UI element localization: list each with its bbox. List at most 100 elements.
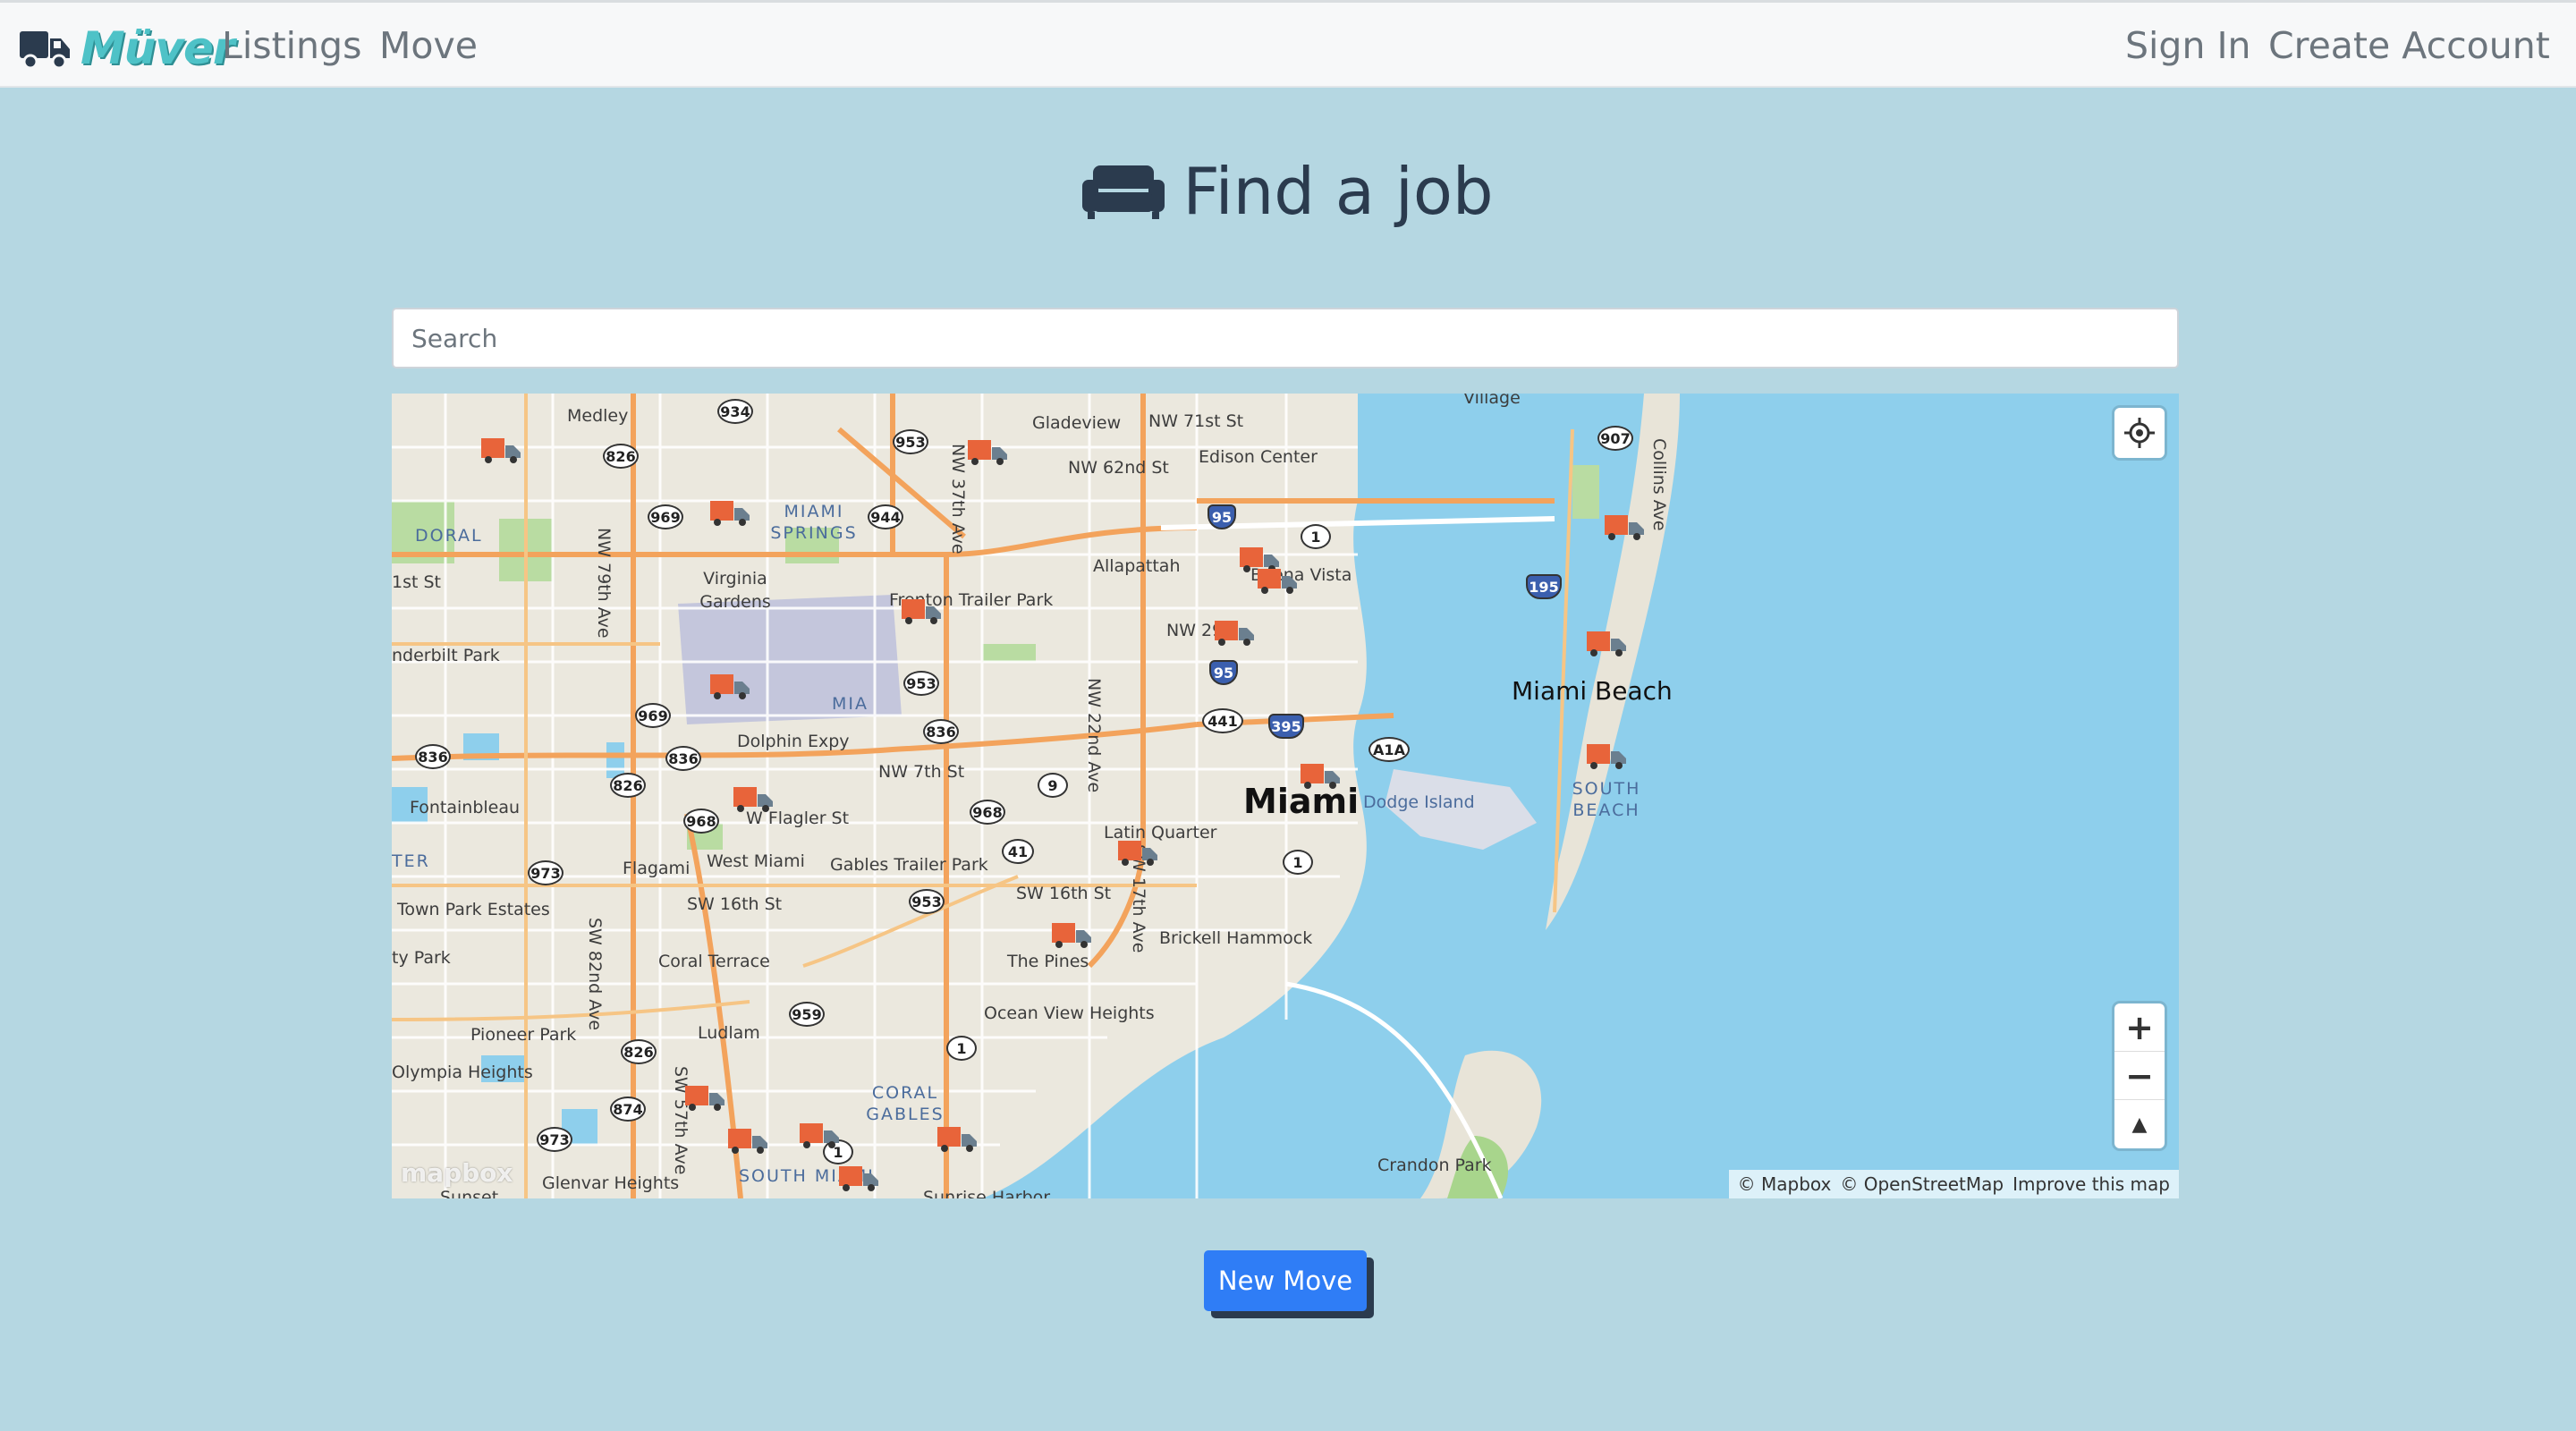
map-label: NW 71st St (1148, 411, 1244, 431)
map-label: Town Park Estates (397, 900, 550, 919)
map-label: NW 22nd Ave (1084, 678, 1104, 793)
map-label: Pioneer Park (470, 1025, 577, 1045)
highway-shield: 1 (946, 1036, 977, 1061)
truck-marker-icon[interactable] (685, 1086, 724, 1111)
highway-shield: 195 (1526, 574, 1562, 599)
map-label: Village (1463, 394, 1521, 408)
truck-marker-icon[interactable] (1215, 621, 1254, 646)
map-label: ty Park (392, 948, 451, 968)
new-move-button[interactable]: New Move (1204, 1250, 1367, 1311)
truck-marker-icon[interactable] (968, 440, 1007, 465)
highway-shield: 836 (415, 744, 451, 769)
highway-shield: 826 (621, 1039, 657, 1064)
highway-shield: 953 (893, 429, 928, 454)
highway-shield: 874 (610, 1097, 646, 1122)
truck-icon (20, 31, 70, 70)
map-label: Collins Ave (1649, 438, 1669, 531)
map-label: The Pines (1007, 952, 1089, 971)
nav-create-account[interactable]: Create Account (2268, 24, 2550, 67)
map-label: Edison Center (1199, 447, 1318, 467)
navbar: Müver Listings Move Sign In Create Accou… (0, 0, 2576, 88)
highway-shield: 1 (1301, 524, 1331, 549)
truck-marker-icon[interactable] (1587, 744, 1626, 769)
highway-shield: 9 (1038, 773, 1068, 798)
map-label: Fontainbleau (410, 798, 521, 817)
map-label: Gables Trailer Park (830, 855, 988, 875)
highway-shield: 969 (648, 504, 683, 529)
highway-shield: 953 (909, 889, 945, 914)
brand[interactable]: Müver (20, 22, 235, 74)
truck-marker-icon[interactable] (1587, 631, 1626, 656)
truck-marker-icon[interactable] (839, 1166, 878, 1191)
truck-marker-icon[interactable] (1118, 841, 1157, 866)
highway-shield: 934 (717, 399, 753, 424)
map-label: Gladeview (1032, 413, 1122, 433)
nav-listings[interactable]: Listings (222, 24, 361, 67)
truck-marker-icon[interactable] (1052, 923, 1091, 948)
highway-shield: 944 (868, 504, 903, 529)
map-label: Ludlam (698, 1023, 760, 1043)
zoom-controls: + − ▲ (2114, 1003, 2165, 1148)
truck-marker-icon[interactable] (1258, 569, 1297, 594)
truck-marker-icon[interactable] (710, 674, 750, 699)
highway-shield: 836 (923, 719, 959, 744)
map-label: NW 37th Ave (948, 444, 968, 555)
map-label: CORAL GABLES (866, 1083, 945, 1124)
map-label: Dolphin Expy (737, 732, 850, 751)
compass-button[interactable]: ▲ (2114, 1100, 2165, 1148)
map-label: Miami Beach (1512, 676, 1673, 706)
map-label: TER (392, 851, 430, 871)
map-label: DORAL (415, 526, 483, 546)
highway-shield: 907 (1597, 426, 1633, 451)
map-label: Virginia Gardens (699, 569, 771, 612)
map-label: Sunrise Harbor (923, 1188, 1051, 1198)
search-input[interactable] (392, 308, 2179, 368)
map-label: MIAMI SPRINGS (770, 502, 858, 543)
map-label: Latin Quarter (1104, 823, 1217, 843)
crosshair-icon (2124, 418, 2155, 448)
zoom-in-button[interactable]: + (2114, 1003, 2165, 1052)
truck-marker-icon[interactable] (902, 599, 941, 624)
highway-shield: 968 (970, 800, 1005, 825)
map-label: Ocean View Heights (984, 1003, 1155, 1023)
truck-marker-icon[interactable] (733, 787, 773, 812)
nav-move[interactable]: Move (379, 24, 478, 67)
map-label: Olympia Heights (392, 1063, 533, 1082)
truck-marker-icon[interactable] (1605, 515, 1644, 540)
highway-shield: 968 (683, 809, 719, 834)
highway-shield: A1A (1368, 737, 1410, 762)
map-label: Medley (567, 406, 629, 426)
map-label: NW 7th St (878, 762, 965, 782)
mapbox-logo[interactable]: mapbox (401, 1158, 513, 1188)
truck-marker-icon[interactable] (1301, 764, 1340, 789)
nav-sign-in[interactable]: Sign In (2125, 24, 2251, 67)
truck-marker-icon[interactable] (728, 1129, 767, 1154)
map-label: MIA (832, 694, 869, 714)
truck-marker-icon[interactable] (710, 501, 750, 526)
map-label: Dodge Island (1363, 792, 1475, 812)
improve-map-link[interactable]: Improve this map (2012, 1173, 2170, 1195)
map-label: Brickell Hammock (1159, 928, 1313, 948)
zoom-out-button[interactable]: − (2114, 1052, 2165, 1100)
map-label: SW 16th St (687, 894, 783, 914)
highway-shield: 826 (610, 773, 646, 798)
map-label: Crandon Park (1377, 1156, 1492, 1175)
attribution-osm-link[interactable]: © OpenStreetMap (1840, 1173, 2004, 1195)
map-label: Allapattah (1093, 556, 1181, 576)
truck-marker-icon[interactable] (481, 438, 521, 463)
map[interactable]: Medley Gladeview Village NW 71st St NW 6… (392, 394, 2179, 1198)
truck-marker-icon[interactable] (937, 1127, 977, 1152)
map-attribution: © Mapbox © OpenStreetMap Improve this ma… (1728, 1170, 2179, 1198)
map-label: Flagami (623, 859, 691, 878)
highway-shield: 953 (903, 671, 939, 696)
map-label: SW 57th Ave (671, 1066, 691, 1175)
highway-shield: 441 (1202, 708, 1243, 733)
highway-shield: 395 (1268, 714, 1304, 739)
highway-shield: 973 (537, 1127, 572, 1152)
map-label: NW 62nd St (1068, 458, 1169, 478)
truck-marker-icon[interactable] (800, 1123, 839, 1148)
attribution-mapbox-link[interactable]: © Mapbox (1738, 1173, 1832, 1195)
map-label: Glenvar Heights (542, 1173, 680, 1193)
geolocate-button[interactable] (2114, 408, 2165, 458)
highway-shield: 973 (528, 860, 564, 885)
